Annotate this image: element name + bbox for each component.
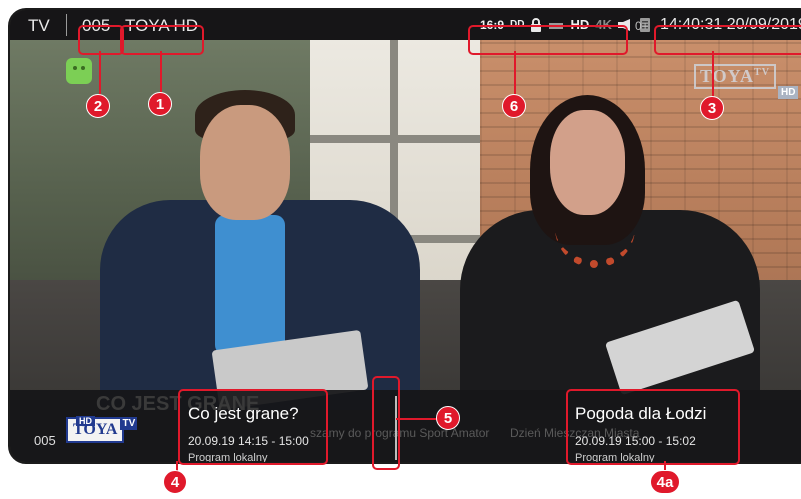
- highlight-current-program: [178, 389, 328, 465]
- leader-line-6: [514, 51, 516, 95]
- callout-4a: 4a: [650, 470, 680, 494]
- callout-6: 6: [502, 94, 526, 118]
- callout-5: 5: [436, 406, 460, 430]
- smile-icon: [66, 58, 92, 84]
- callout-3: 3: [700, 96, 724, 120]
- leader-line-2: [99, 51, 101, 96]
- presenter-left-shirt: [215, 215, 285, 355]
- highlight-datetime: [654, 25, 801, 55]
- presenter-right-face: [550, 110, 625, 215]
- highlight-channel-name: [120, 25, 204, 55]
- channel-watermark: TOYATV: [694, 64, 776, 89]
- leader-line-1: [160, 51, 162, 95]
- highlight-stream-icons: [468, 25, 628, 55]
- logo-superscript: TV: [120, 417, 138, 430]
- highlight-next-program: [566, 389, 740, 465]
- highlight-channel-number: [78, 25, 124, 55]
- leader-line-3: [712, 51, 714, 99]
- epg-channel-number: 005: [34, 433, 56, 448]
- presenter-left-face: [200, 105, 290, 220]
- divider: [66, 14, 67, 36]
- logo-text: TOYA: [66, 417, 125, 443]
- leader-line-5: [396, 418, 438, 420]
- callout-1: 1: [148, 92, 172, 116]
- logo-hd-tag: HD: [76, 416, 95, 426]
- source-label: TV: [28, 16, 50, 35]
- callout-2: 2: [86, 94, 110, 118]
- highlight-divider: [372, 376, 400, 470]
- watermark-hd-tag: HD: [778, 86, 799, 99]
- callout-4: 4: [163, 470, 187, 494]
- age-rating: 0+: [635, 19, 649, 33]
